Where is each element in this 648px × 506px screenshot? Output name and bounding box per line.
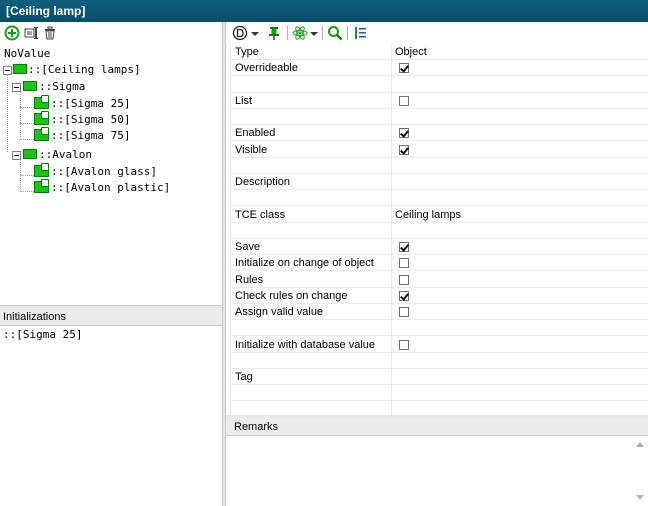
property-row[interactable]: Type Object [231, 44, 648, 60]
properties-toolbar [226, 22, 648, 44]
tree-node-label: ::[Sigma 50] [51, 113, 131, 126]
tree-node-label: ::[Sigma 25] [51, 97, 131, 110]
property-row[interactable]: Overrideable [231, 60, 648, 77]
remarks-header: Remarks [226, 418, 648, 436]
property-row[interactable]: Description [231, 174, 648, 190]
property-name: Tag [235, 371, 253, 383]
property-name: Overrideable [235, 62, 298, 75]
class-icon [13, 64, 27, 74]
left-toolbar [0, 22, 222, 44]
delete-icon[interactable] [42, 25, 58, 41]
object-icon [34, 127, 49, 141]
property-checkbox[interactable] [399, 95, 409, 106]
property-row[interactable] [231, 109, 648, 125]
property-row[interactable] [231, 190, 648, 207]
properties-grid: Type Object Overrideable List Enabled Visible… [230, 44, 648, 434]
object-icon [34, 95, 49, 109]
initialization-item[interactable]: ::[Sigma 25] [3, 328, 82, 341]
tree-node-label: ::[Avalon plastic] [51, 181, 171, 194]
property-row[interactable] [231, 77, 648, 93]
property-checkbox[interactable] [399, 258, 409, 269]
property-checkbox[interactable] [399, 307, 409, 317]
property-row[interactable] [231, 385, 648, 402]
property-row[interactable]: Enabled [231, 125, 648, 142]
property-name: Description [235, 176, 291, 188]
domain-d-icon[interactable] [232, 25, 248, 41]
remarks-textarea[interactable] [226, 436, 648, 506]
property-row[interactable]: Tag [231, 369, 648, 385]
property-checkbox[interactable] [399, 128, 409, 139]
property-row[interactable]: TCE class Ceiling lamps [231, 207, 648, 223]
property-row[interactable]: Initialize with database value [231, 337, 648, 353]
window-title: [Ceiling lamp] [0, 0, 648, 22]
property-name: Type [235, 46, 259, 58]
chevron-down-icon[interactable] [309, 25, 319, 41]
remarks-scrollbar[interactable] [634, 438, 646, 504]
class-icon [23, 149, 37, 159]
tree-root-novalue[interactable]: NoValue [4, 47, 50, 60]
property-name: List [235, 94, 253, 107]
property-row[interactable] [231, 353, 648, 369]
property-checkbox[interactable] [399, 242, 409, 252]
collapse-icon[interactable] [3, 66, 12, 75]
property-row[interactable]: Rules [231, 272, 648, 288]
property-row[interactable]: Initialize on change of object [231, 255, 648, 272]
property-checkbox[interactable] [399, 274, 409, 285]
property-checkbox[interactable] [399, 144, 409, 155]
add-icon[interactable] [4, 25, 20, 41]
left-pane: NoValue ::[Ceiling lamps] ::Sigma ::[Sig… [0, 22, 222, 506]
property-name: Save [235, 241, 261, 253]
property-name: Assign valid value [235, 306, 324, 318]
initializations-header: Initializations [0, 308, 222, 326]
object-icon [34, 163, 49, 177]
property-row[interactable]: Assign valid value [231, 304, 648, 320]
edit-icon[interactable] [24, 25, 40, 41]
property-row[interactable]: Visible [231, 142, 648, 158]
property-name: Rules [235, 273, 264, 286]
scroll-up-icon[interactable] [636, 442, 644, 447]
property-name: Initialize with database value [235, 338, 376, 351]
tree-node-label: ::Avalon [39, 148, 92, 161]
property-value[interactable]: Ceiling lamps [395, 209, 461, 221]
property-row[interactable] [231, 320, 648, 337]
property-row[interactable]: Check rules on change [231, 288, 648, 304]
property-name: Visible [235, 143, 268, 156]
chevron-down-icon[interactable] [250, 25, 260, 41]
property-row[interactable] [231, 158, 648, 174]
property-checkbox[interactable] [399, 290, 409, 301]
property-name: Check rules on change [235, 289, 348, 302]
class-icon [23, 81, 37, 91]
property-name: Initialize on change of object [235, 257, 374, 270]
property-name: Enabled [235, 127, 276, 140]
property-checkbox[interactable] [399, 63, 409, 74]
search-icon[interactable] [327, 25, 343, 41]
tree-node-label: ::Sigma [39, 80, 86, 93]
tree-node-label: ::[Sigma 75] [51, 129, 131, 142]
scroll-down-icon[interactable] [636, 495, 644, 500]
property-value[interactable]: Object [395, 46, 427, 58]
tree-node-label: ::[Avalon glass] [51, 165, 157, 178]
pin-icon[interactable] [266, 25, 282, 41]
collapse-icon[interactable] [12, 83, 21, 92]
property-row[interactable]: List [231, 93, 648, 109]
object-icon [34, 111, 49, 125]
atom-icon[interactable] [292, 25, 308, 41]
property-row[interactable] [231, 223, 648, 239]
collapse-icon[interactable] [12, 151, 21, 160]
object-icon [34, 179, 49, 193]
property-row[interactable]: Save [231, 239, 648, 255]
tree-node-label: ::[Ceiling lamps] [28, 63, 141, 76]
list-icon[interactable] [353, 25, 369, 41]
property-checkbox[interactable] [399, 339, 409, 350]
right-pane: Type Object Overrideable List Enabled Visible… [226, 22, 648, 506]
property-name: TCE class [235, 208, 286, 221]
